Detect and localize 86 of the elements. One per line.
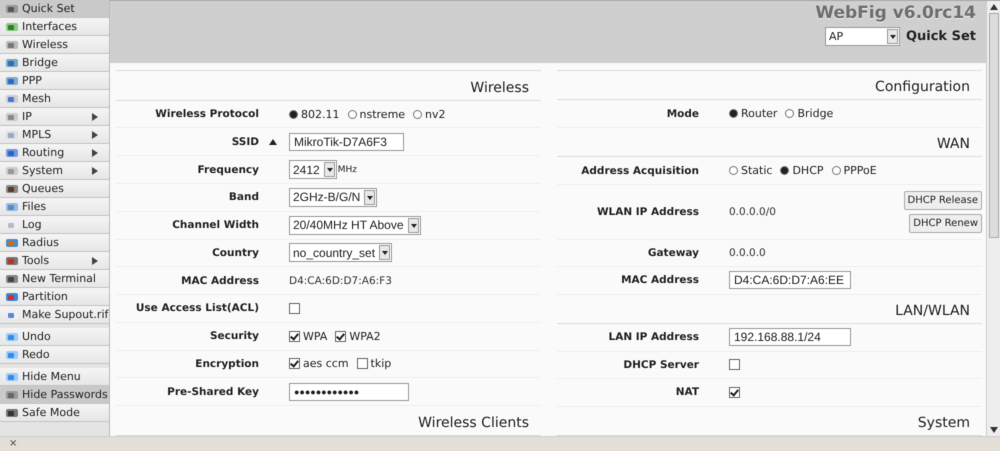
menu-item[interactable]: Radius [0, 234, 109, 252]
scroll-thumb[interactable] [988, 13, 998, 238]
field-label: MAC Address [181, 274, 259, 287]
unit-label: MHz [338, 164, 357, 175]
radio-option[interactable]: nv2 [413, 108, 446, 121]
collapse-arrow-icon[interactable] [269, 138, 277, 145]
menu-item[interactable]: Routing [0, 144, 109, 162]
section-title: System [918, 415, 970, 432]
menu-item[interactable]: Log [0, 216, 109, 234]
menu-item[interactable]: Interfaces [0, 18, 109, 36]
field-label: NAT [676, 386, 699, 398]
menu-item[interactable]: Files [0, 198, 109, 216]
radio-option[interactable]: Static [729, 164, 772, 178]
menu-item[interactable]: Hide Passwords [0, 386, 109, 404]
menu-item[interactable]: Hide Menu [0, 368, 109, 386]
menu-item[interactable]: Quick Set [0, 0, 109, 18]
field-label: Frequency [198, 164, 259, 176]
section-title: Configuration [875, 79, 970, 96]
mode-select[interactable]: AP [824, 27, 900, 46]
field-label: LAN IP Address [608, 331, 699, 344]
checkbox-option[interactable]: WPA2 [335, 330, 381, 343]
menu-item[interactable]: Partition [0, 288, 109, 306]
section-title: Wireless [470, 80, 529, 96]
section-title: Wireless Clients [418, 414, 529, 431]
radio-option[interactable]: DHCP [780, 164, 824, 178]
menu-item[interactable]: Safe Mode [0, 404, 109, 422]
field-label: Pre-Shared Key [167, 386, 259, 398]
menu-item[interactable]: Make Supout.rif [0, 306, 109, 324]
field-label: Encryption [195, 358, 259, 370]
field-label: DHCP Server [623, 358, 699, 371]
field-label: MAC Address [621, 274, 699, 286]
field-label: Band [228, 191, 259, 204]
field-label: Mode [666, 108, 699, 120]
checkbox[interactable] [729, 386, 740, 398]
checkbox[interactable] [729, 359, 740, 370]
field-label: Gateway [648, 246, 699, 259]
scrollbar[interactable] [986, 1, 1000, 436]
scroll-up-icon[interactable] [990, 4, 998, 10]
dhcp-button[interactable]: DHCP Release [904, 190, 982, 210]
dropdown[interactable]: 20/40MHz HT Above [289, 216, 421, 235]
menu-item[interactable]: Mesh [0, 90, 109, 108]
section-title: WAN [936, 136, 970, 152]
field-label: Use Access List(ACL) [136, 302, 259, 314]
input-field[interactable]: D4:CA:6D:D7:A6:EE [729, 271, 851, 290]
checkbox-option[interactable]: tkip [356, 357, 392, 370]
field-label: Country [212, 246, 259, 259]
field-value: D4:CA:6D:D7:A6:F3 [289, 274, 392, 287]
radio-option[interactable]: Router [729, 107, 778, 120]
dropdown[interactable]: 2412 [289, 160, 337, 180]
menu-item[interactable]: Bridge [0, 54, 109, 72]
field-label: Wireless Protocol [155, 108, 259, 120]
radio-option[interactable]: 802.11 [289, 108, 340, 121]
scroll-down-icon[interactable] [990, 427, 998, 433]
radio-option[interactable]: Bridge [785, 107, 834, 120]
checkbox[interactable] [289, 302, 300, 314]
checkbox-option[interactable]: aes ccm [289, 357, 349, 370]
radio-option[interactable]: nstreme [348, 108, 406, 121]
dropdown[interactable]: no_country_set [289, 243, 392, 262]
menu-item[interactable]: Tools [0, 252, 109, 270]
field-label: Security [210, 330, 259, 342]
field-value: 0.0.0.0 [729, 246, 766, 259]
field-label: WLAN IP Address [596, 206, 699, 218]
app-title: WebFig v6.0rc14 [815, 3, 976, 23]
field-label: Address Acquisition [581, 164, 699, 177]
menu-item[interactable]: Undo [0, 328, 109, 346]
close-button[interactable]: × [9, 439, 18, 449]
menu-item[interactable]: Queues [0, 180, 109, 198]
menu-item[interactable]: PPP [0, 72, 109, 90]
field-label: Channel Width [172, 219, 259, 232]
checkbox-option[interactable]: WPA [289, 330, 328, 343]
menu-item[interactable]: System [0, 162, 109, 180]
dropdown[interactable]: 2GHz-B/G/N [289, 188, 378, 207]
input-field[interactable]: 192.168.88.1/24 [729, 328, 851, 346]
field-value: 0.0.0.0/0 [729, 206, 776, 218]
menu-item[interactable]: MPLS [0, 126, 109, 144]
radio-option[interactable]: PPPoE [832, 164, 877, 178]
section-title: LAN/WLAN [895, 303, 970, 320]
page-title: Quick Set [906, 29, 976, 44]
menu-item[interactable]: IP [0, 108, 109, 126]
password-field[interactable]: ●●●●●●●●●●●● [289, 382, 409, 401]
dhcp-button[interactable]: DHCP Renew [909, 214, 982, 233]
field-label: SSID [232, 136, 259, 148]
menu-item[interactable]: New Terminal [0, 270, 109, 288]
input-field[interactable]: MikroTik-D7A6F3 [289, 132, 404, 151]
menu-item[interactable]: Redo [0, 346, 109, 364]
menu-item[interactable]: Wireless [0, 36, 109, 54]
